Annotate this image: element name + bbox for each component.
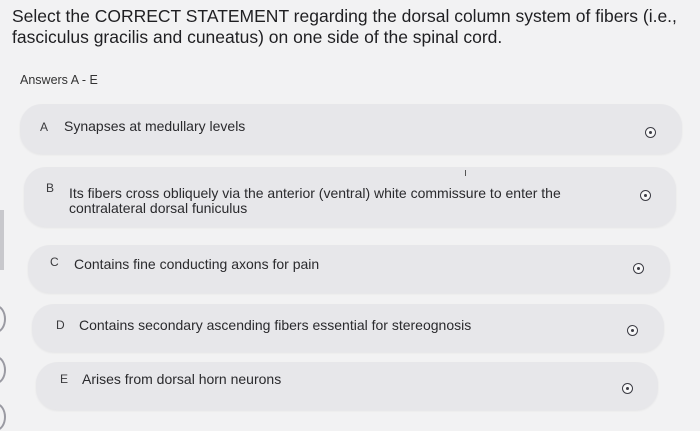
radio-button-icon[interactable] xyxy=(622,383,633,394)
radio-button-icon[interactable] xyxy=(627,325,638,336)
option-letter: B xyxy=(46,181,55,195)
answer-option-e[interactable]: E Arises from dorsal horn neurons xyxy=(36,362,658,410)
answers-label: Answers A - E xyxy=(20,73,98,87)
text-cursor xyxy=(465,170,466,176)
option-text: Contains fine conducting axons for pain xyxy=(74,256,320,272)
option-text: Its fibers cross obliquely via the anter… xyxy=(69,185,561,216)
left-edge-curve xyxy=(0,403,6,431)
answer-option-d[interactable]: D Contains secondary ascending fibers es… xyxy=(32,304,664,352)
option-text: Contains secondary ascending fibers esse… xyxy=(79,317,472,333)
option-letter: A xyxy=(40,120,49,134)
question-text: Select the CORRECT STATEMENT regarding t… xyxy=(12,6,677,47)
left-edge-bar xyxy=(0,210,4,270)
radio-button-icon[interactable] xyxy=(640,190,651,201)
option-text: Arises from dorsal horn neurons xyxy=(82,371,282,387)
answer-option-b[interactable]: B Its fibers cross obliquely via the ant… xyxy=(24,167,676,227)
option-letter: E xyxy=(60,372,69,386)
option-letter: D xyxy=(56,318,65,332)
option-text: Synapses at medullary levels xyxy=(64,118,246,134)
radio-button-icon[interactable] xyxy=(633,263,644,274)
option-letter: C xyxy=(50,255,59,269)
answer-option-a[interactable]: A Synapses at medullary levels xyxy=(20,104,682,154)
left-edge-curve xyxy=(0,356,6,384)
radio-button-icon[interactable] xyxy=(645,127,656,138)
answer-option-c[interactable]: C Contains fine conducting axons for pai… xyxy=(28,245,670,293)
left-edge-curve xyxy=(0,305,6,333)
